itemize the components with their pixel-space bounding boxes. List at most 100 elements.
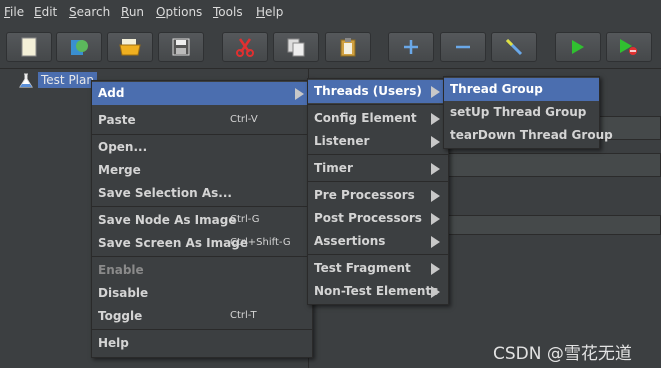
submenu-arrow-icon bbox=[431, 236, 440, 248]
menu-item-label: Save Selection As... bbox=[98, 186, 232, 200]
menu-item-shortcut: Ctrl-V bbox=[230, 114, 258, 125]
tree-node-label: Test Plan bbox=[38, 72, 97, 88]
start-button[interactable] bbox=[555, 32, 601, 62]
menu-item-label: Save Node As Image bbox=[98, 213, 237, 227]
menu-item-save-node-image[interactable]: Save Node As Image Ctrl-G bbox=[92, 209, 312, 232]
flask-icon bbox=[19, 73, 33, 88]
menu-item-label: Save Screen As Image bbox=[98, 236, 248, 250]
submenu-arrow-icon bbox=[431, 263, 440, 275]
menu-separator bbox=[308, 104, 448, 105]
menu-separator bbox=[308, 254, 448, 255]
menu-item-label: Toggle bbox=[98, 309, 143, 323]
cut-button[interactable] bbox=[222, 32, 268, 62]
menu-item-save-selection[interactable]: Save Selection As... bbox=[92, 182, 312, 205]
submenu-item-test-fragment[interactable]: Test Fragment bbox=[308, 257, 448, 280]
copy-icon bbox=[287, 38, 305, 57]
menu-item-label: Config Element bbox=[314, 111, 417, 125]
menu-item-label: Timer bbox=[314, 161, 353, 175]
menu-run[interactable]: Run bbox=[121, 5, 144, 19]
watermark: CSDN @雪花无道 bbox=[493, 344, 632, 364]
open-button[interactable] bbox=[107, 32, 153, 62]
submenu-item-assertions[interactable]: Assertions bbox=[308, 230, 448, 253]
templates-icon bbox=[71, 40, 88, 55]
menu-separator bbox=[92, 134, 312, 135]
paste-icon bbox=[340, 38, 356, 57]
menu-item-label: Threads (Users) bbox=[314, 84, 422, 98]
menu-item-label: Post Processors bbox=[314, 211, 422, 225]
new-button[interactable] bbox=[6, 32, 52, 62]
submenu-item-thread-group[interactable]: Thread Group bbox=[444, 78, 599, 101]
collapse-button[interactable] bbox=[440, 32, 486, 62]
menu-help[interactable]: Help bbox=[256, 5, 283, 19]
menu-options[interactable]: Options bbox=[156, 5, 202, 19]
menu-search[interactable]: Search bbox=[69, 5, 110, 19]
menu-item-label: Assertions bbox=[314, 234, 386, 248]
menu-item-label: setUp Thread Group bbox=[450, 105, 587, 119]
context-menu: Add Paste Ctrl-V Open... Merge Save Sele… bbox=[91, 80, 313, 358]
submenu-arrow-icon bbox=[431, 163, 440, 175]
menu-item-shortcut: Ctrl-G bbox=[230, 214, 260, 225]
menu-separator bbox=[308, 181, 448, 182]
menu-item-toggle[interactable]: Toggle Ctrl-T bbox=[92, 305, 312, 328]
submenu-item-listener[interactable]: Listener bbox=[308, 130, 448, 153]
submenu-item-pre-processors[interactable]: Pre Processors bbox=[308, 184, 448, 207]
menu-separator bbox=[308, 154, 448, 155]
menu-item-label: Thread Group bbox=[450, 82, 543, 96]
open-icon bbox=[119, 39, 141, 56]
submenu-item-post-processors[interactable]: Post Processors bbox=[308, 207, 448, 230]
toolbar bbox=[0, 26, 661, 69]
menu-item-shortcut: Ctrl+Shift-G bbox=[230, 237, 291, 248]
menu-item-disable[interactable]: Disable bbox=[92, 282, 312, 305]
start-no-pauses-button[interactable] bbox=[606, 32, 652, 62]
menu-separator bbox=[92, 329, 312, 330]
submenu-arrow-icon bbox=[431, 86, 440, 98]
submenu-arrow-icon bbox=[431, 136, 440, 148]
start-icon bbox=[572, 40, 584, 54]
menu-item-label: tearDown Thread Group bbox=[450, 128, 613, 142]
menu-item-label: Non-Test Elements bbox=[314, 284, 439, 298]
menu-item-label: Enable bbox=[98, 263, 144, 277]
submenu-item-teardown-thread-group[interactable]: tearDown Thread Group bbox=[444, 124, 613, 147]
save-icon bbox=[172, 38, 190, 56]
new-icon bbox=[21, 37, 37, 57]
toggle-button[interactable] bbox=[491, 32, 537, 62]
editor-strip bbox=[444, 215, 661, 235]
menu-item-paste[interactable]: Paste Ctrl-V bbox=[92, 109, 312, 132]
collapse-icon bbox=[456, 45, 470, 49]
menu-item-add[interactable]: Add bbox=[92, 82, 312, 105]
menu-item-label: Pre Processors bbox=[314, 188, 415, 202]
submenu-arrow-icon bbox=[431, 113, 440, 125]
menu-item-label: Help bbox=[98, 336, 129, 350]
submenu-item-threads[interactable]: Threads (Users) bbox=[308, 80, 448, 103]
submenu-arrow-icon bbox=[431, 190, 440, 202]
menu-item-enable: Enable bbox=[92, 259, 312, 282]
save-button[interactable] bbox=[158, 32, 204, 62]
submenu-item-non-test-elements[interactable]: Non-Test Elements bbox=[308, 280, 448, 303]
menu-item-open[interactable]: Open... bbox=[92, 136, 312, 159]
start-no-pauses-icon bbox=[620, 39, 637, 55]
paste-button[interactable] bbox=[325, 32, 371, 62]
copy-button[interactable] bbox=[273, 32, 319, 62]
menu-item-label: Paste bbox=[98, 113, 136, 127]
menu-item-save-screen-image[interactable]: Save Screen As Image Ctrl+Shift-G bbox=[92, 232, 312, 255]
menu-edit[interactable]: Edit bbox=[34, 5, 57, 19]
menu-item-label: Test Fragment bbox=[314, 261, 411, 275]
menu-separator bbox=[92, 206, 312, 207]
menu-file[interactable]: File bbox=[4, 5, 24, 19]
submenu-item-timer[interactable]: Timer bbox=[308, 157, 448, 180]
menu-tools[interactable]: Tools bbox=[213, 5, 243, 19]
templates-button[interactable] bbox=[56, 32, 102, 62]
submenu-arrow-icon bbox=[295, 88, 304, 100]
submenu-item-setup-thread-group[interactable]: setUp Thread Group bbox=[444, 101, 599, 124]
toggle-icon bbox=[505, 38, 523, 56]
menu-item-label: Listener bbox=[314, 134, 370, 148]
menu-item-merge[interactable]: Merge bbox=[92, 159, 312, 182]
menu-bar: File Edit Search Run Options Tools Help bbox=[0, 0, 661, 25]
menu-item-label: Disable bbox=[98, 286, 149, 300]
menu-item-help[interactable]: Help bbox=[92, 332, 312, 355]
threads-submenu: Thread Group setUp Thread Group tearDown… bbox=[443, 76, 613, 149]
submenu-arrow-icon bbox=[431, 213, 440, 225]
submenu-item-config-element[interactable]: Config Element bbox=[308, 107, 448, 130]
expand-button[interactable] bbox=[388, 32, 434, 62]
submenu-arrow-icon bbox=[431, 286, 440, 298]
